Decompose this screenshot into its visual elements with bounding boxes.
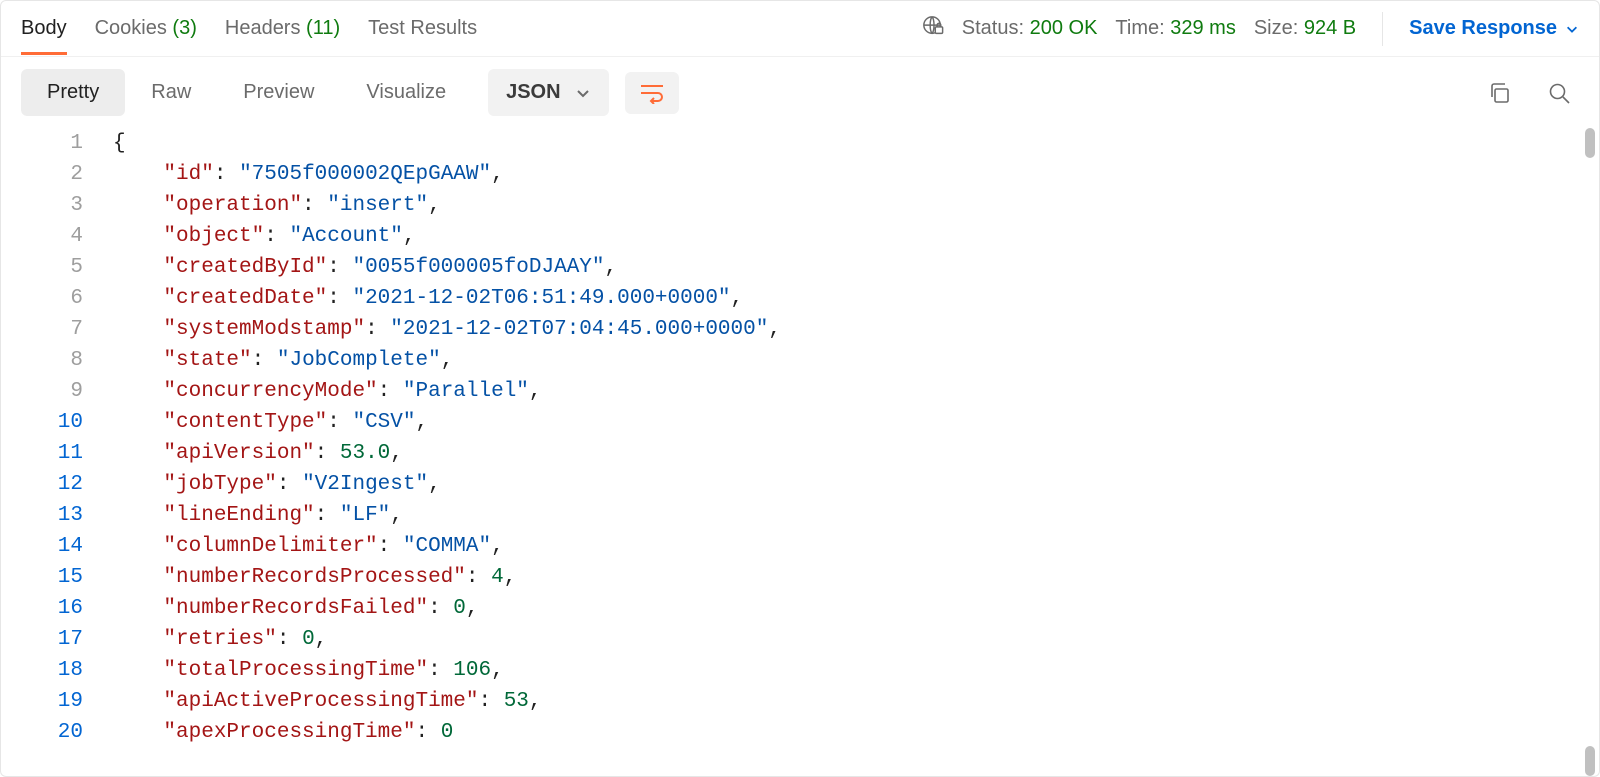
line-number: 1 — [1, 128, 83, 159]
code-line: "apiActiveProcessingTime": 53, — [113, 686, 1599, 717]
code-line: "apiVersion": 53.0, — [113, 438, 1599, 469]
line-number: 8 — [1, 345, 83, 376]
line-number: 7 — [1, 314, 83, 345]
code-line: "lineEnding": "LF", — [113, 500, 1599, 531]
line-number: 12 — [1, 469, 83, 500]
code-content: { "id": "7505f000002QEpGAAW", "operation… — [101, 128, 1599, 776]
response-toolbar: Pretty Raw Preview Visualize JSON — [1, 57, 1599, 128]
line-number: 14 — [1, 531, 83, 562]
chevron-down-icon — [575, 85, 591, 101]
size-label: Size: — [1254, 17, 1298, 39]
format-select-label: JSON — [506, 81, 560, 104]
line-number: 4 — [1, 221, 83, 252]
view-tabs: Pretty Raw Preview Visualize — [21, 69, 472, 116]
chevron-down-icon — [1565, 22, 1579, 36]
line-number: 13 — [1, 500, 83, 531]
line-number: 11 — [1, 438, 83, 469]
view-tab-raw[interactable]: Raw — [125, 69, 217, 116]
line-number: 6 — [1, 283, 83, 314]
view-tab-preview[interactable]: Preview — [217, 69, 340, 116]
size-meta: Size: 924 B — [1254, 17, 1356, 40]
tab-cookies[interactable]: Cookies (3) — [95, 3, 197, 54]
response-meta: Status: 200 OK Time: 329 ms Size: 924 B … — [922, 12, 1579, 46]
toolbar-right-icons — [1487, 81, 1579, 105]
line-number: 9 — [1, 376, 83, 407]
code-line: "numberRecordsProcessed": 4, — [113, 562, 1599, 593]
globe-lock-icon[interactable] — [922, 15, 944, 43]
code-line: "createdDate": "2021-12-02T06:51:49.000+… — [113, 283, 1599, 314]
view-tab-visualize[interactable]: Visualize — [340, 69, 472, 116]
time-value: 329 ms — [1170, 17, 1236, 39]
code-line: "id": "7505f000002QEpGAAW", — [113, 159, 1599, 190]
status-label: Status: — [962, 17, 1024, 39]
code-line: "createdById": "0055f000005foDJAAY", — [113, 252, 1599, 283]
response-panel: Body Cookies (3) Headers (11) Test Resul… — [0, 0, 1600, 777]
size-value: 924 B — [1304, 17, 1356, 39]
line-number-gutter: 1234567891011121314151617181920 — [1, 128, 101, 776]
line-number: 20 — [1, 717, 83, 748]
save-response-button[interactable]: Save Response — [1409, 17, 1579, 40]
time-meta: Time: 329 ms — [1115, 17, 1235, 40]
search-icon[interactable] — [1547, 81, 1571, 105]
code-line: "concurrencyMode": "Parallel", — [113, 376, 1599, 407]
line-number: 19 — [1, 686, 83, 717]
line-number: 17 — [1, 624, 83, 655]
time-label: Time: — [1115, 17, 1164, 39]
code-line: "systemModstamp": "2021-12-02T07:04:45.0… — [113, 314, 1599, 345]
code-line: "jobType": "V2Ingest", — [113, 469, 1599, 500]
line-number: 3 — [1, 190, 83, 221]
tab-headers[interactable]: Headers (11) — [225, 3, 340, 54]
response-tabs: Body Cookies (3) Headers (11) Test Resul… — [21, 3, 477, 54]
line-number: 18 — [1, 655, 83, 686]
line-number: 16 — [1, 593, 83, 624]
tab-test-results[interactable]: Test Results — [368, 3, 477, 54]
line-number: 10 — [1, 407, 83, 438]
scrollbar-thumb[interactable] — [1585, 746, 1595, 776]
save-response-label: Save Response — [1409, 17, 1557, 40]
code-line: "apexProcessingTime": 0 — [113, 717, 1599, 748]
tab-body[interactable]: Body — [21, 3, 67, 54]
code-line: "operation": "insert", — [113, 190, 1599, 221]
wrap-lines-button[interactable] — [625, 72, 679, 114]
code-line: { — [113, 128, 1599, 159]
divider — [1382, 12, 1383, 46]
line-number: 5 — [1, 252, 83, 283]
scrollbar-thumb[interactable] — [1585, 128, 1595, 158]
response-top-bar: Body Cookies (3) Headers (11) Test Resul… — [1, 1, 1599, 57]
tab-cookies-count: (3) — [172, 17, 196, 39]
wrap-icon — [639, 82, 665, 104]
code-line: "object": "Account", — [113, 221, 1599, 252]
code-line: "state": "JobComplete", — [113, 345, 1599, 376]
code-line: "columnDelimiter": "COMMA", — [113, 531, 1599, 562]
code-line: "contentType": "CSV", — [113, 407, 1599, 438]
status-value: 200 OK — [1030, 17, 1098, 39]
line-number: 2 — [1, 159, 83, 190]
tab-headers-label: Headers — [225, 17, 301, 39]
code-line: "totalProcessingTime": 106, — [113, 655, 1599, 686]
tab-headers-count: (11) — [306, 17, 340, 39]
response-body-editor[interactable]: 1234567891011121314151617181920 { "id": … — [1, 128, 1599, 776]
status-meta: Status: 200 OK — [962, 17, 1098, 40]
tab-cookies-label: Cookies — [95, 17, 167, 39]
format-select[interactable]: JSON — [488, 69, 608, 116]
vertical-scrollbar[interactable] — [1585, 128, 1595, 776]
view-tab-pretty[interactable]: Pretty — [21, 69, 125, 116]
code-line: "numberRecordsFailed": 0, — [113, 593, 1599, 624]
line-number: 15 — [1, 562, 83, 593]
copy-icon[interactable] — [1487, 81, 1511, 105]
code-line: "retries": 0, — [113, 624, 1599, 655]
